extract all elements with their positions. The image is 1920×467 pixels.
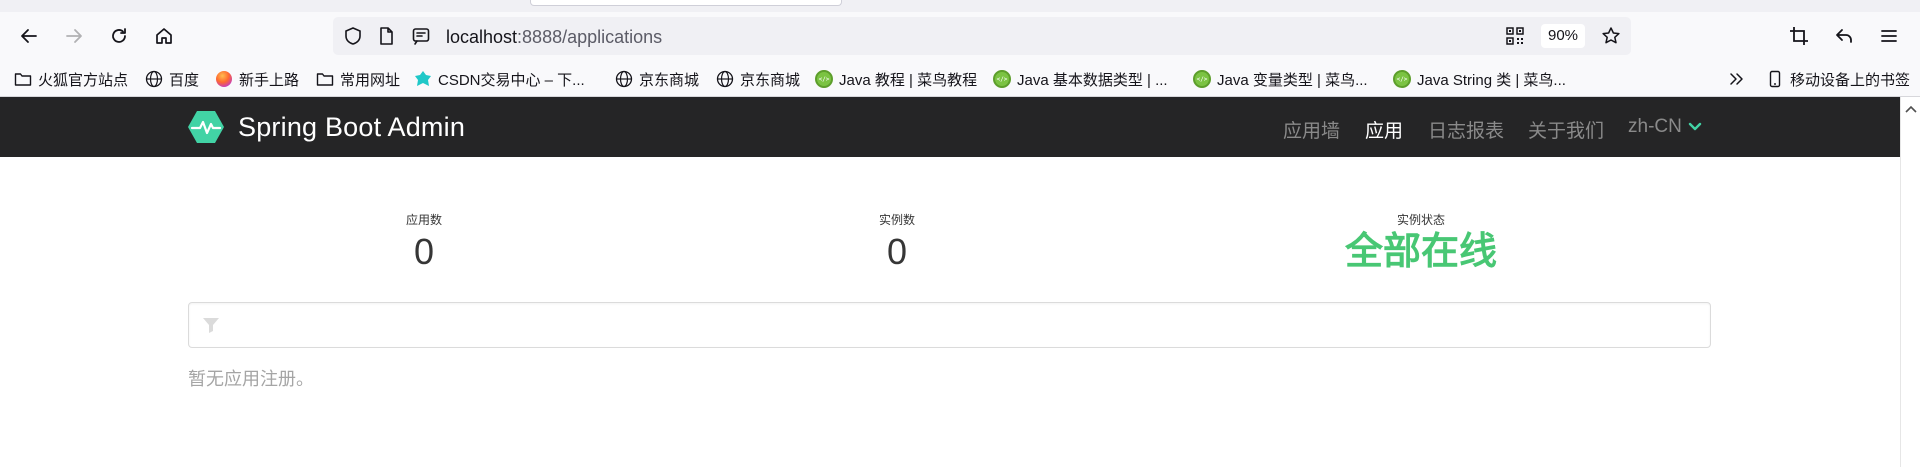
bookmark-item[interactable]: 火狐官方站点 <box>14 67 128 91</box>
url-text[interactable]: localhost:8888/applications <box>446 27 662 47</box>
runoob-icon: </> <box>815 70 833 88</box>
bookmark-item[interactable]: </> Java String 类 | 菜鸟... <box>1393 67 1566 91</box>
firefox-icon <box>215 70 233 88</box>
app-title: Spring Boot Admin <box>238 111 466 142</box>
bookmark-item[interactable]: CSDN交易中心 – 下... <box>414 67 585 91</box>
stat-status-value: 全部在线 <box>1344 231 1497 273</box>
navigation-toolbar: localhost:8888/applications 90% <box>0 12 1920 61</box>
mobile-bookmarks[interactable]: 移动设备上的书签 <box>1766 67 1910 91</box>
bookmark-star-icon[interactable] <box>1601 26 1621 46</box>
filter-input[interactable] <box>233 311 1693 339</box>
nav-applications[interactable]: 应用 <box>1365 116 1403 143</box>
bookmark-label: Java String 类 | 菜鸟... <box>1417 71 1566 89</box>
hamburger-icon <box>1881 30 1897 42</box>
filter-funnel-icon <box>203 318 219 333</box>
more-bookmarks-button[interactable] <box>1728 67 1746 91</box>
bookmarks-toolbar: 火狐官方站点 百度 新手上路 常用网址 CSDN交易中心 – 下... 京东商城… <box>0 61 1920 97</box>
bookmark-item[interactable]: </> Java 教程 | 菜鸟教程 <box>815 67 977 91</box>
reload-button[interactable] <box>102 19 136 53</box>
active-tab[interactable] <box>530 0 842 6</box>
heartbeat-hexagon-icon <box>188 111 224 143</box>
mobile-phone-icon <box>1766 70 1784 88</box>
menu-button[interactable] <box>1872 19 1906 53</box>
crop-screenshot-button[interactable] <box>1782 19 1816 53</box>
reload-icon <box>112 28 126 43</box>
nav-journal[interactable]: 日志报表 <box>1428 116 1504 143</box>
tab-strip <box>0 0 1920 12</box>
globe-icon <box>145 70 163 88</box>
app-navbar: Spring Boot Admin 应用墙 应用 日志报表 关于我们 zh-CN <box>0 97 1900 157</box>
mobile-bookmarks-label: 移动设备上的书签 <box>1790 71 1911 89</box>
bookmark-item[interactable]: </> Java 变量类型 | 菜鸟... <box>1193 67 1368 91</box>
bookmark-item[interactable]: 京东商城 <box>615 67 699 91</box>
arrow-right-icon <box>66 29 82 43</box>
nav-wallboard[interactable]: 应用墙 <box>1283 116 1340 143</box>
stat-status: 实例状态 全部在线 <box>1321 212 1521 274</box>
language-label: zh-CN <box>1628 116 1682 137</box>
permissions-icon[interactable] <box>411 26 431 46</box>
home-icon <box>156 28 172 44</box>
bookmark-item[interactable]: 京东商城 <box>716 67 800 91</box>
qr-code-icon[interactable] <box>1505 26 1525 46</box>
url-host: localhost <box>446 27 518 47</box>
runoob-icon: </> <box>1193 70 1211 88</box>
bookmark-label: Java 变量类型 | 菜鸟... <box>1217 71 1368 89</box>
chevron-down-icon <box>1688 122 1702 131</box>
zoom-level-button[interactable]: 90% <box>1541 24 1585 48</box>
bookmark-label: CSDN交易中心 – 下... <box>438 71 585 89</box>
bookmark-item[interactable]: 百度 <box>145 67 199 91</box>
bookmark-label: 百度 <box>169 71 200 89</box>
arrow-left-icon <box>21 29 37 43</box>
filter-box[interactable] <box>188 302 1711 348</box>
bookmark-label: Java 教程 | 菜鸟教程 <box>839 71 978 89</box>
globe-icon <box>615 70 633 88</box>
bookmark-label: 火狐官方站点 <box>38 71 129 89</box>
bookmark-item[interactable]: </> Java 基本数据类型 | ... <box>993 67 1168 91</box>
brand-link[interactable]: Spring Boot Admin <box>188 109 465 145</box>
language-selector[interactable]: zh-CN <box>1628 116 1702 138</box>
bookmark-label: 京东商城 <box>639 71 700 89</box>
stat-applications: 应用数 0 <box>324 212 524 274</box>
globe-icon <box>716 70 734 88</box>
csdn-icon <box>414 70 432 88</box>
bookmark-label: 常用网址 <box>340 71 401 89</box>
empty-applications-message: 暂无应用注册。 <box>188 369 314 389</box>
url-bar[interactable]: localhost:8888/applications 90% <box>333 17 1631 55</box>
forward-button[interactable] <box>57 19 91 53</box>
bookmark-item[interactable]: 新手上路 <box>215 67 299 91</box>
stat-status-label: 实例状态 <box>1396 213 1445 227</box>
nav-about[interactable]: 关于我们 <box>1528 116 1604 143</box>
bookmark-item[interactable]: 常用网址 <box>316 67 400 91</box>
runoob-icon: </> <box>993 70 1011 88</box>
stat-applications-label: 应用数 <box>405 213 442 227</box>
runoob-icon: </> <box>1393 70 1411 88</box>
page-scrollbar[interactable] <box>1900 97 1920 467</box>
double-chevron-right-icon <box>1728 70 1746 88</box>
undo-arrow-icon <box>1836 29 1852 43</box>
folder-icon <box>14 70 32 88</box>
home-button[interactable] <box>147 19 181 53</box>
stat-instances: 实例数 0 <box>797 212 997 274</box>
bookmark-label: Java 基本数据类型 | ... <box>1017 71 1168 89</box>
undo-button[interactable] <box>1827 19 1861 53</box>
tracking-shield-icon[interactable] <box>343 26 363 46</box>
stat-applications-value: 0 <box>413 231 435 272</box>
back-button[interactable] <box>12 19 46 53</box>
crop-icon <box>1790 27 1808 45</box>
url-path: :8888/applications <box>517 27 663 47</box>
stat-instances-value: 0 <box>886 231 908 272</box>
stat-instances-label: 实例数 <box>878 213 915 227</box>
page-icon[interactable] <box>376 26 396 46</box>
bookmark-label: 新手上路 <box>239 71 300 89</box>
bookmark-label: 京东商城 <box>740 71 801 89</box>
folder-icon <box>316 70 334 88</box>
scroll-up-arrow-icon[interactable] <box>1905 103 1917 115</box>
